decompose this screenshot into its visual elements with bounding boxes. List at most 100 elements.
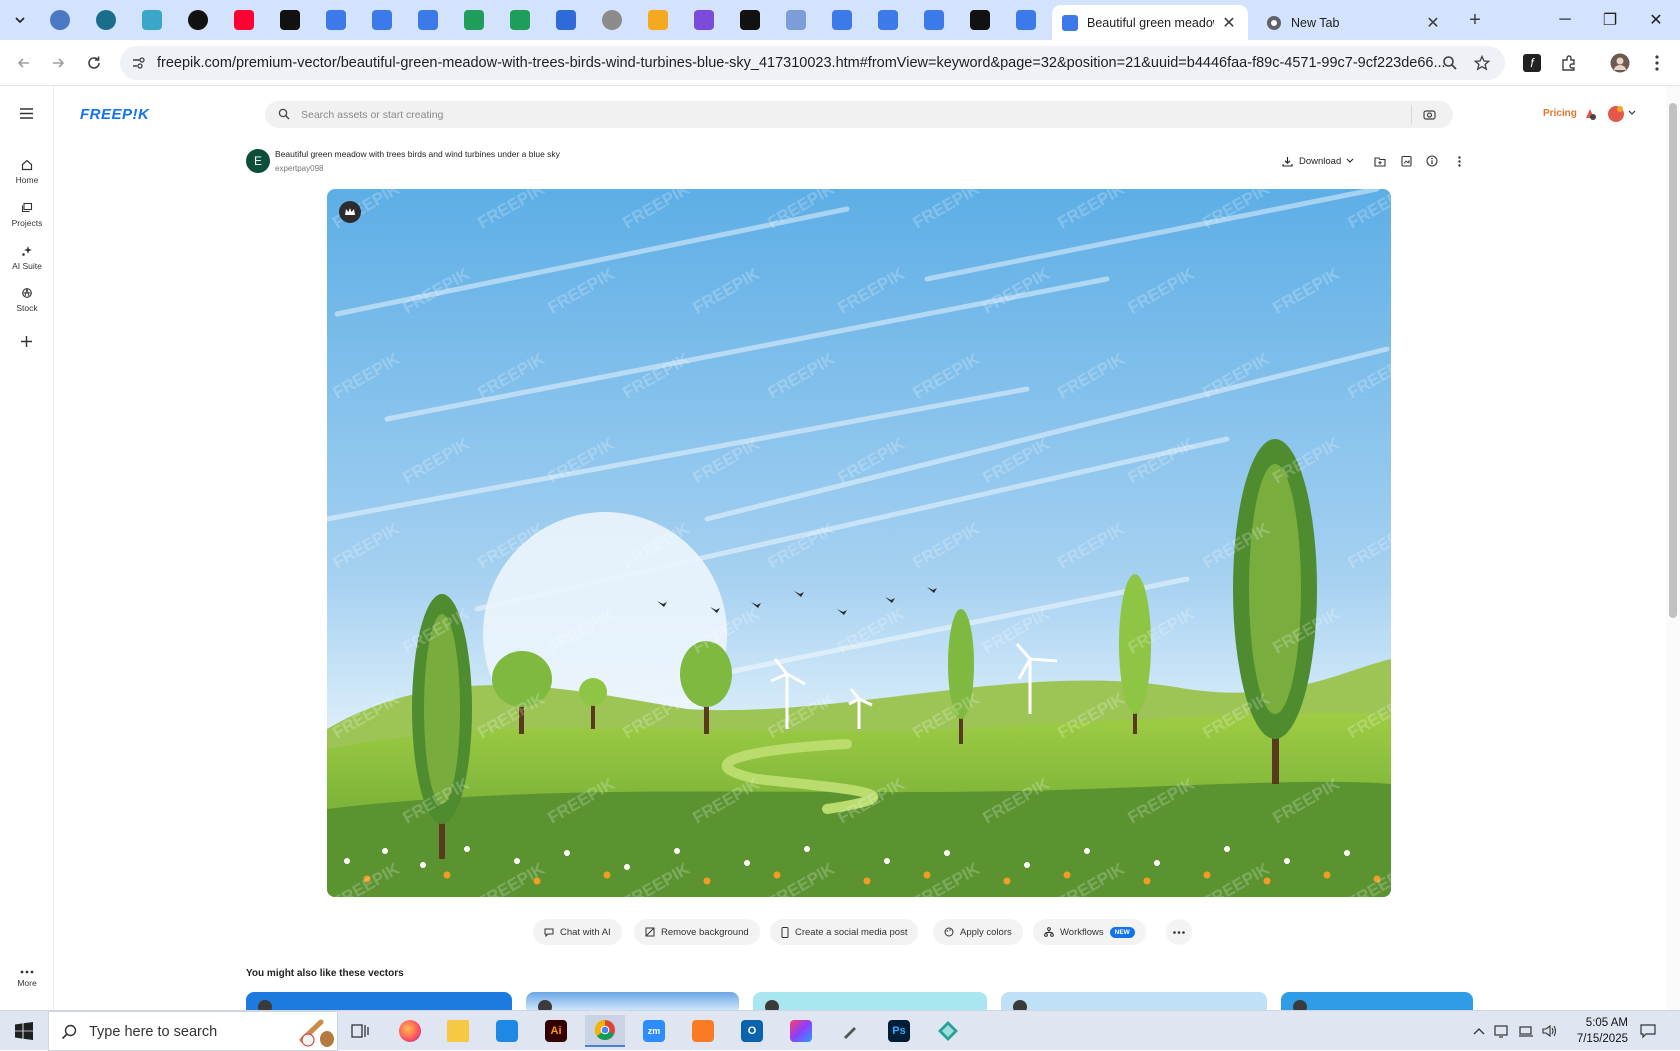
- chrome-menu-icon[interactable]: [1645, 51, 1669, 75]
- info-icon[interactable]: [1424, 153, 1440, 169]
- pen-tool-icon[interactable]: [830, 1015, 870, 1047]
- pinned-tab[interactable]: [556, 10, 576, 30]
- zoom-app-icon[interactable]: zm: [634, 1015, 674, 1047]
- file-explorer-icon[interactable]: [438, 1015, 478, 1047]
- tab-new-tab[interactable]: New Tab ✕: [1256, 5, 1452, 40]
- restore-icon[interactable]: ❐: [1590, 6, 1630, 34]
- pinned-tab[interactable]: [372, 10, 392, 30]
- chrome-taskbar-icon[interactable]: [585, 1015, 625, 1047]
- pinned-tab[interactable]: [694, 10, 714, 30]
- tab-freepik[interactable]: Beautiful green meadow ✕: [1052, 5, 1248, 40]
- wifi-icon[interactable]: [1518, 1023, 1534, 1039]
- related-thumbnail[interactable]: [1281, 992, 1473, 1010]
- related-thumbnail[interactable]: [246, 992, 512, 1010]
- freepik-logo[interactable]: FREEP!K: [80, 106, 149, 123]
- rail-item-label: Stock: [16, 303, 38, 313]
- url-text[interactable]: freepik.com/premium-vector/beautiful-gre…: [157, 55, 1447, 71]
- rail-item-stock[interactable]: Stock: [0, 287, 54, 313]
- premium-crown-icon: [1293, 1000, 1307, 1010]
- tab-search-button[interactable]: [8, 8, 32, 32]
- start-button[interactable]: [0, 1011, 48, 1051]
- notification-center-icon[interactable]: [1640, 1023, 1656, 1039]
- close-tab-icon[interactable]: ✕: [1424, 14, 1442, 32]
- pinned-tab[interactable]: [188, 10, 208, 30]
- workflows-button[interactable]: Workflows NEW: [1033, 919, 1146, 945]
- pinned-tab[interactable]: [234, 10, 254, 30]
- taskbar-search[interactable]: Type here to search: [48, 1011, 338, 1051]
- pinned-tab[interactable]: [740, 10, 760, 30]
- xampp-icon[interactable]: [683, 1015, 723, 1047]
- close-window-icon[interactable]: ✕: [1636, 6, 1676, 34]
- app-diamond-icon[interactable]: [928, 1015, 968, 1047]
- related-thumbnail[interactable]: [1001, 992, 1267, 1010]
- site-info-icon[interactable]: [128, 53, 148, 73]
- reload-button[interactable]: [80, 49, 108, 77]
- rail-item-projects[interactable]: Projects: [0, 202, 54, 228]
- pinned-tab[interactable]: [1016, 10, 1036, 30]
- minimize-icon[interactable]: ─: [1545, 6, 1585, 34]
- photoshop-icon[interactable]: Ps: [879, 1015, 919, 1047]
- rail-item-more[interactable]: More: [0, 970, 54, 988]
- extensions-puzzle-icon[interactable]: [1557, 51, 1581, 75]
- close-tab-icon[interactable]: ✕: [1220, 14, 1238, 32]
- pinned-tab[interactable]: [280, 10, 300, 30]
- pinned-tab[interactable]: [326, 10, 346, 30]
- pinned-tab[interactable]: [50, 10, 70, 30]
- pinned-tab[interactable]: [648, 10, 668, 30]
- hamburger-menu-icon[interactable]: [20, 108, 33, 119]
- search-by-image-icon[interactable]: [1423, 108, 1436, 121]
- pinned-tab[interactable]: [510, 10, 530, 30]
- vscode-icon[interactable]: [487, 1015, 527, 1047]
- volume-icon[interactable]: [1541, 1023, 1557, 1039]
- download-button[interactable]: Download: [1282, 153, 1354, 169]
- author-name[interactable]: expertpay098: [275, 164, 323, 173]
- back-button[interactable]: [10, 49, 38, 77]
- outlook-icon[interactable]: O: [732, 1015, 772, 1047]
- author-avatar[interactable]: E: [246, 149, 270, 173]
- notifications-icon[interactable]: [1582, 106, 1598, 122]
- save-to-collection-icon[interactable]: [1372, 153, 1388, 169]
- pinned-tab[interactable]: [142, 10, 162, 30]
- pinned-tab[interactable]: [786, 10, 806, 30]
- pinned-tab[interactable]: [924, 10, 944, 30]
- pinned-tab[interactable]: [970, 10, 990, 30]
- creative-cloud-icon[interactable]: [781, 1015, 821, 1047]
- edit-image-icon[interactable]: [1398, 153, 1414, 169]
- apply-colors-button[interactable]: Apply colors: [933, 919, 1023, 945]
- bookmark-star-icon[interactable]: [1472, 53, 1492, 73]
- related-thumbnail[interactable]: [753, 992, 987, 1010]
- related-thumbnail[interactable]: [526, 992, 739, 1010]
- address-bar[interactable]: freepik.com/premium-vector/beautiful-gre…: [120, 46, 1505, 80]
- plus-icon[interactable]: [20, 335, 33, 348]
- pinned-tab[interactable]: [418, 10, 438, 30]
- more-actions-button[interactable]: [1166, 919, 1192, 945]
- firefox-icon[interactable]: [390, 1015, 430, 1047]
- pinned-tab[interactable]: [602, 10, 622, 30]
- profile-avatar[interactable]: [1608, 51, 1632, 75]
- create-social-post-button[interactable]: Create a social media post: [770, 919, 919, 945]
- chat-with-ai-button[interactable]: Chat with AI: [533, 919, 622, 945]
- rail-item-home[interactable]: Home: [0, 159, 54, 185]
- pricing-link[interactable]: Pricing: [1543, 108, 1577, 119]
- zoom-icon[interactable]: [1440, 53, 1460, 73]
- search-input[interactable]: [301, 106, 1341, 123]
- pinned-tab[interactable]: [96, 10, 116, 30]
- new-tab-button[interactable]: +: [1462, 8, 1488, 32]
- task-view-icon[interactable]: [340, 1015, 380, 1047]
- pinned-tab[interactable]: [464, 10, 484, 30]
- pinned-tab[interactable]: [878, 10, 898, 30]
- account-chevron-icon[interactable]: [1628, 110, 1636, 116]
- asset-preview-image[interactable]: FREEPIK FREEPIK FREEPIK FREEPIK FREEPIK FREEP…: [327, 189, 1391, 897]
- scrollbar-thumb[interactable]: [1669, 103, 1677, 618]
- remove-background-button[interactable]: Remove background: [634, 919, 760, 945]
- pinned-tab[interactable]: [832, 10, 852, 30]
- rail-item-ai-suite[interactable]: AI Suite: [0, 245, 54, 271]
- illustrator-icon[interactable]: Ai: [536, 1015, 576, 1047]
- tray-chevron-up-icon[interactable]: [1471, 1023, 1487, 1039]
- forward-button[interactable]: [44, 49, 72, 77]
- system-clock[interactable]: 5:05 AM 7/15/2025: [1568, 1015, 1628, 1047]
- network-monitor-icon[interactable]: [1494, 1023, 1510, 1039]
- font-extension-icon[interactable]: f: [1520, 51, 1544, 75]
- more-options-icon[interactable]: [1451, 153, 1467, 169]
- user-avatar[interactable]: [1608, 106, 1624, 122]
